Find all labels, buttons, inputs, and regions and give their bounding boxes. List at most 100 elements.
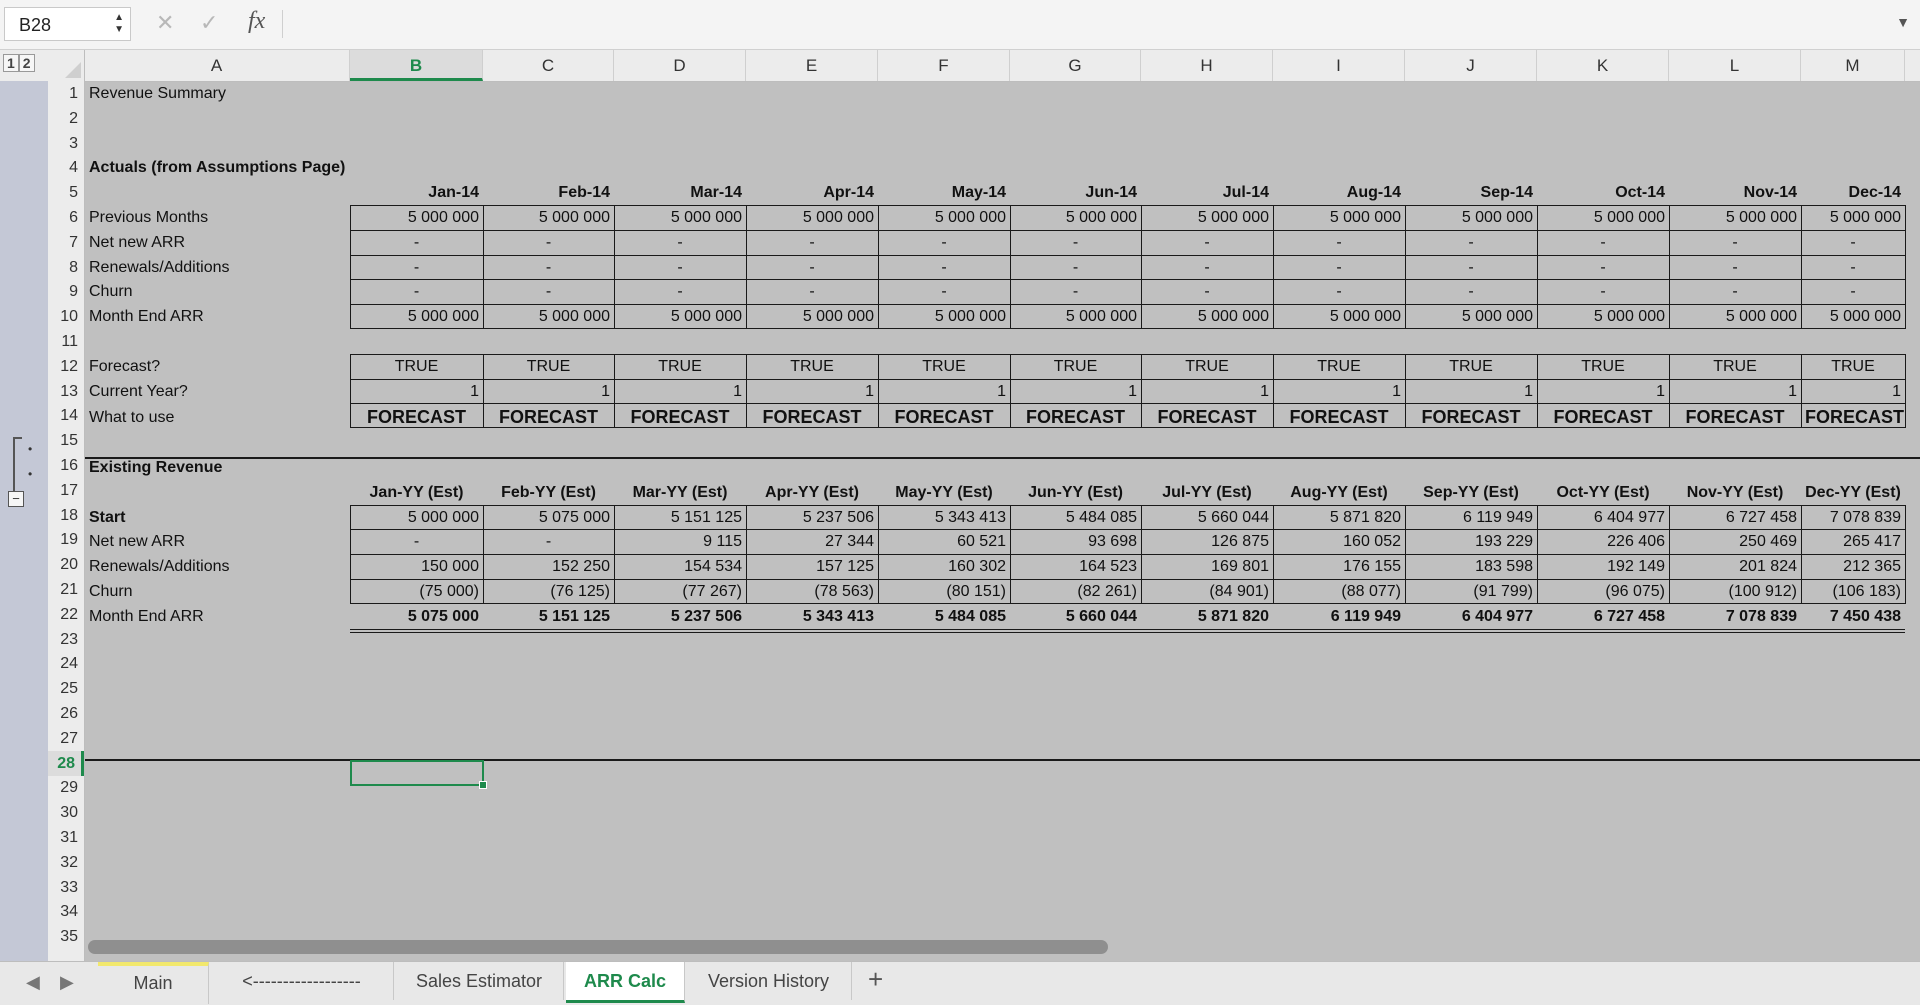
tab-version-history[interactable]: Version History [686,962,852,1000]
flag-cell[interactable]: FORECAST [483,405,614,432]
row-header-19[interactable]: 19 [48,527,84,552]
section-header-actuals[interactable]: Actuals (from Assumptions Page) [85,155,365,180]
data-cell[interactable]: 6 727 458 [1669,505,1801,530]
data-cell[interactable]: 5 151 125 [483,604,614,629]
data-cell[interactable]: - [1405,230,1537,255]
data-cell[interactable]: 154 534 [614,554,746,579]
tab-main[interactable]: Main [98,962,209,1004]
data-cell[interactable]: - [483,529,614,554]
month-header-cell[interactable]: Nov-YY (Est) [1669,480,1801,505]
data-cell[interactable]: - [483,279,614,304]
flag-cell[interactable]: TRUE [483,354,614,379]
month-header-cell[interactable]: Nov-14 [1669,180,1801,205]
row-header-1[interactable]: 1 [48,81,84,106]
expand-formula-icon[interactable]: ▼ [1896,14,1910,30]
data-cell[interactable]: - [1141,255,1273,280]
data-cell[interactable]: 5 000 000 [614,205,746,230]
data-cell[interactable]: 5 000 000 [1405,304,1537,329]
flag-cell[interactable]: 1 [1537,379,1669,404]
row-label-cell[interactable]: Renewals/Additions [85,255,365,280]
spreadsheet-grid[interactable]: Revenue Summary Actuals (from Assumptions… [85,81,1920,961]
column-header-a[interactable]: A [84,50,350,81]
selected-cell[interactable] [350,760,487,789]
data-cell[interactable]: - [746,230,878,255]
data-cell[interactable]: 5 237 506 [746,505,878,530]
data-cell[interactable]: - [483,255,614,280]
column-header-h[interactable]: H [1141,50,1273,81]
data-cell[interactable]: - [1669,279,1801,304]
tab-sales-estimator[interactable]: Sales Estimator [395,962,564,1000]
flag-cell[interactable]: 1 [1669,379,1801,404]
data-cell[interactable]: 5 000 000 [1801,205,1905,230]
data-cell[interactable]: - [1669,230,1801,255]
data-cell[interactable]: 250 469 [1669,529,1801,554]
row-header-12[interactable]: 12 [48,354,84,379]
month-header-cell[interactable]: May-YY (Est) [878,480,1010,505]
data-cell[interactable]: (76 125) [483,579,614,604]
row-label-cell[interactable]: What to use [85,405,365,430]
row-header-21[interactable]: 21 [48,577,84,602]
data-cell[interactable]: - [1801,279,1905,304]
row-header-15[interactable]: 15 [48,428,84,453]
data-cell[interactable]: - [1010,230,1141,255]
month-header-cell[interactable]: Dec-YY (Est) [1801,480,1905,505]
name-box-stepper-icon[interactable]: ▲ ▼ [114,12,124,36]
data-cell[interactable]: 176 155 [1273,554,1405,579]
data-cell[interactable]: (84 901) [1141,579,1273,604]
row-header-23[interactable]: 23 [48,627,84,652]
add-sheet-button[interactable]: + [868,964,883,995]
row-header-28[interactable]: 28 [48,750,84,776]
row-label-cell[interactable]: Net new ARR [85,230,365,255]
data-cell[interactable]: - [1141,230,1273,255]
month-header-cell[interactable]: Mar-14 [614,180,746,205]
flag-cell[interactable]: TRUE [1405,354,1537,379]
tab-arr-calc[interactable]: ARR Calc [566,962,685,1003]
data-cell[interactable]: (78 563) [746,579,878,604]
column-header-l[interactable]: L [1669,50,1801,81]
flag-cell[interactable]: FORECAST [746,405,878,432]
data-cell[interactable]: (100 912) [1669,579,1801,604]
data-cell[interactable]: 5 000 000 [878,205,1010,230]
data-cell[interactable]: 5 000 000 [1010,205,1141,230]
data-cell[interactable]: (106 183) [1801,579,1905,604]
data-cell[interactable]: 6 727 458 [1537,604,1669,629]
data-cell[interactable]: 212 365 [1801,554,1905,579]
data-cell[interactable]: 5 000 000 [1537,205,1669,230]
data-cell[interactable]: (80 151) [878,579,1010,604]
row-header-31[interactable]: 31 [48,825,84,850]
data-cell[interactable]: 5 000 000 [1141,205,1273,230]
data-cell[interactable]: 226 406 [1537,529,1669,554]
row-header-32[interactable]: 32 [48,850,84,875]
function-icon[interactable]: fx [248,8,265,35]
row-header-34[interactable]: 34 [48,899,84,924]
data-cell[interactable]: 160 052 [1273,529,1405,554]
data-cell[interactable]: (82 261) [1010,579,1141,604]
name-box[interactable]: B28 ▲ ▼ [4,7,131,41]
data-cell[interactable]: 150 000 [350,554,483,579]
check-icon[interactable]: ✓ [200,10,218,36]
data-cell[interactable]: 157 125 [746,554,878,579]
data-cell[interactable]: 6 119 949 [1273,604,1405,629]
row-header-10[interactable]: 10 [48,304,84,329]
row-label-cell[interactable]: Start [85,505,365,530]
data-cell[interactable]: 5 237 506 [614,604,746,629]
flag-cell[interactable]: TRUE [1010,354,1141,379]
column-header-g[interactable]: G [1010,50,1141,81]
flag-cell[interactable]: TRUE [746,354,878,379]
data-cell[interactable]: 193 229 [1405,529,1537,554]
data-cell[interactable]: - [1537,255,1669,280]
data-cell[interactable]: 5 000 000 [1537,304,1669,329]
data-cell[interactable]: - [1273,255,1405,280]
flag-cell[interactable]: FORECAST [1405,405,1537,432]
data-cell[interactable]: 5 151 125 [614,505,746,530]
month-header-cell[interactable]: Feb-YY (Est) [483,480,614,505]
data-cell[interactable]: - [746,279,878,304]
data-cell[interactable]: 93 698 [1010,529,1141,554]
month-header-cell[interactable]: Feb-14 [483,180,614,205]
tab-separator[interactable]: <------------------ [210,962,394,1000]
data-cell[interactable]: (88 077) [1273,579,1405,604]
row-header-27[interactable]: 27 [48,726,84,751]
row-header-9[interactable]: 9 [48,279,84,304]
data-cell[interactable]: - [1273,279,1405,304]
data-cell[interactable]: 5 871 820 [1141,604,1273,629]
